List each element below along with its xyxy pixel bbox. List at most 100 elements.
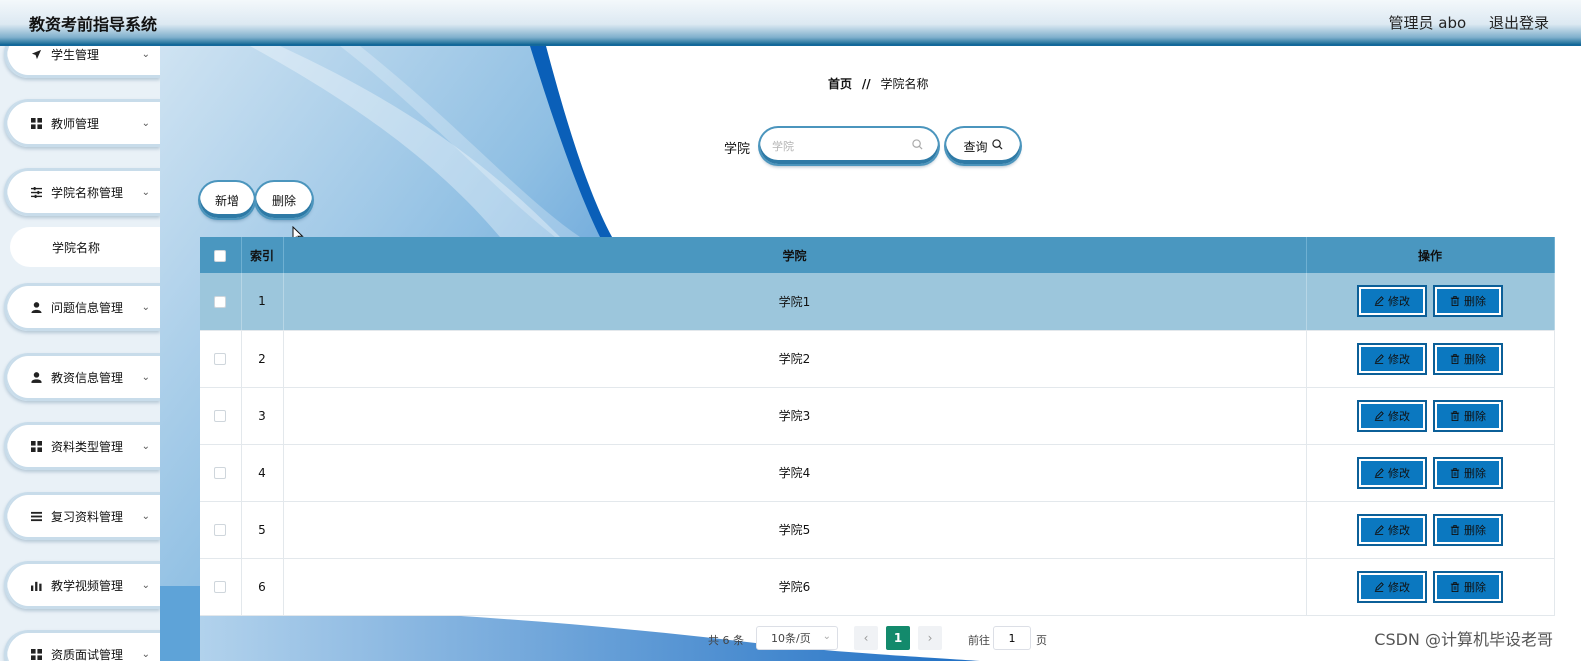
row-college-name: 学院4 xyxy=(283,444,1307,502)
grid-icon xyxy=(29,117,43,129)
row-index: 5 xyxy=(241,501,284,559)
column-header-actions: 操作 xyxy=(1306,237,1555,273)
sidebar-subitem-college-name[interactable]: 学院名称 xyxy=(10,227,160,267)
edit-icon xyxy=(1374,410,1384,421)
sidebar-item-review-material[interactable]: 复习资料管理 ⌄ xyxy=(4,492,160,540)
user-icon xyxy=(29,301,43,313)
delete-button[interactable]: 删除 xyxy=(1434,286,1502,317)
row-actions: 修改 删除 xyxy=(1306,558,1555,616)
chevron-down-icon: ⌄ xyxy=(141,579,150,591)
table-row: 4 学院4 修改 删除 xyxy=(200,444,1555,502)
pagination: 共 6 条 10条/页 ⌄ ‹ 1 › 前往 页 xyxy=(160,624,1581,654)
row-checkbox[interactable] xyxy=(214,353,227,365)
chevron-down-icon: ⌄ xyxy=(141,648,150,660)
next-page-button[interactable]: › xyxy=(918,626,942,650)
row-checkbox[interactable] xyxy=(214,410,227,422)
row-checkbox[interactable] xyxy=(214,524,227,536)
add-button[interactable]: 新增 xyxy=(200,182,254,218)
chevron-down-icon: ⌄ xyxy=(822,631,831,642)
logout-link[interactable]: 退出登录 xyxy=(1489,14,1549,32)
trash-icon xyxy=(1450,353,1460,364)
row-select-cell xyxy=(200,273,242,331)
row-index: 6 xyxy=(241,558,284,616)
sidebar-item-label: 学院名称管理 xyxy=(51,185,124,200)
delete-button[interactable]: 删除 xyxy=(1434,514,1502,545)
edit-button[interactable]: 修改 xyxy=(1358,457,1426,488)
row-index: 3 xyxy=(241,387,284,445)
delete-button[interactable]: 删除 xyxy=(1434,343,1502,374)
batch-delete-button[interactable]: 删除 xyxy=(256,182,312,218)
breadcrumb-home[interactable]: 首页 xyxy=(828,77,852,91)
row-index: 2 xyxy=(241,330,284,388)
table-row: 1 学院1 修改 删除 xyxy=(200,273,1555,331)
row-checkbox[interactable] xyxy=(214,581,227,593)
edit-button-label: 修改 xyxy=(1388,352,1410,366)
goto-page-input[interactable] xyxy=(993,626,1031,650)
trash-icon xyxy=(1450,296,1460,307)
query-button[interactable]: 查询 xyxy=(946,128,1020,164)
edit-icon xyxy=(1374,581,1384,592)
edit-button[interactable]: 修改 xyxy=(1358,571,1426,602)
sidebar-item-label: 学生管理 xyxy=(51,47,100,62)
breadcrumb: 首页 // 学院名称 xyxy=(828,75,928,92)
row-checkbox[interactable] xyxy=(214,295,227,308)
college-table: 索引 学院 操作 1 学院1 修改 删除 2 学院2 修改 删除 3 学院3 修改 删除 4 学院4 修改删… xyxy=(200,237,1555,616)
sidebar-item-interview[interactable]: 资质面试管理 ⌄ xyxy=(4,630,160,661)
row-college-name: 学院2 xyxy=(283,330,1307,388)
table-row: 6 学院6 修改 删除 xyxy=(200,558,1555,616)
pagination-total: 共 6 条 xyxy=(708,634,744,647)
trash-icon xyxy=(1450,524,1460,535)
chevron-down-icon: ⌄ xyxy=(141,117,150,129)
table-row: 2 学院2 修改 删除 xyxy=(200,330,1555,388)
paper-plane-icon xyxy=(29,49,43,60)
sliders-icon xyxy=(29,186,43,198)
delete-button-label: 删除 xyxy=(1464,580,1486,594)
sidebar-item-teaching-video[interactable]: 教学视频管理 ⌄ xyxy=(4,561,160,609)
sidebar-item-label: 教资信息管理 xyxy=(51,370,124,385)
row-select-cell xyxy=(200,558,242,616)
top-right-area: 管理员 abo 退出登录 xyxy=(1371,12,1549,33)
row-select-cell xyxy=(200,387,242,445)
trash-icon xyxy=(1450,410,1460,421)
sidebar-item-material-type[interactable]: 资料类型管理 ⌄ xyxy=(4,422,160,470)
delete-button[interactable]: 删除 xyxy=(1434,400,1502,431)
delete-button-label: 删除 xyxy=(1464,295,1486,309)
sidebar-item-student[interactable]: 学生管理 ⌄ xyxy=(4,46,160,78)
sidebar-item-college[interactable]: 学院名称管理 ⌄ xyxy=(4,168,160,216)
chevron-down-icon: ⌄ xyxy=(141,440,150,452)
edit-button[interactable]: 修改 xyxy=(1358,400,1426,431)
delete-button[interactable]: 删除 xyxy=(1434,571,1502,602)
main-content: 首页 // 学院名称 学院 查询 新增 删除 索引 学院 xyxy=(160,46,1581,661)
search-input[interactable] xyxy=(772,139,912,153)
sidebar-item-qualification[interactable]: 教资信息管理 ⌄ xyxy=(4,353,160,401)
sidebar-item-label: 复习资料管理 xyxy=(51,509,124,524)
row-index: 1 xyxy=(241,273,284,331)
edit-button[interactable]: 修改 xyxy=(1358,343,1426,374)
select-all-checkbox[interactable] xyxy=(214,249,227,262)
edit-button[interactable]: 修改 xyxy=(1358,514,1426,545)
grid-icon xyxy=(29,648,43,660)
app-title: 教资考前指导系统 xyxy=(29,15,158,34)
sidebar-item-label: 教学视频管理 xyxy=(51,578,124,593)
sidebar-item-teacher[interactable]: 教师管理 ⌄ xyxy=(4,99,160,147)
edit-icon xyxy=(1374,296,1384,307)
sidebar-item-label: 资料类型管理 xyxy=(51,439,124,454)
row-select-cell xyxy=(200,501,242,559)
row-checkbox[interactable] xyxy=(214,467,227,479)
row-index: 4 xyxy=(241,444,284,502)
row-college-name: 学院1 xyxy=(283,273,1307,331)
table-header-row: 索引 学院 操作 xyxy=(200,237,1555,273)
current-user: 管理员 abo xyxy=(1388,14,1467,32)
page-size-select[interactable]: 10条/页 ⌄ xyxy=(756,626,838,650)
sidebar-item-question[interactable]: 问题信息管理 ⌄ xyxy=(4,283,160,331)
page-number-current[interactable]: 1 xyxy=(886,626,910,650)
sidebar: 学生管理 ⌄ 教师管理 ⌄ 学院名称管理 ⌄ 学院名称 问题信息管理 ⌄ 教资信… xyxy=(0,46,160,661)
search-icon xyxy=(912,139,923,153)
prev-page-button[interactable]: ‹ xyxy=(854,626,878,650)
query-button-label: 查询 xyxy=(963,139,988,154)
select-all-cell xyxy=(200,237,242,273)
delete-button[interactable]: 删除 xyxy=(1434,457,1502,488)
sidebar-item-label: 问题信息管理 xyxy=(51,300,124,315)
edit-button[interactable]: 修改 xyxy=(1358,286,1426,317)
row-actions: 修改 删除 xyxy=(1306,273,1555,331)
